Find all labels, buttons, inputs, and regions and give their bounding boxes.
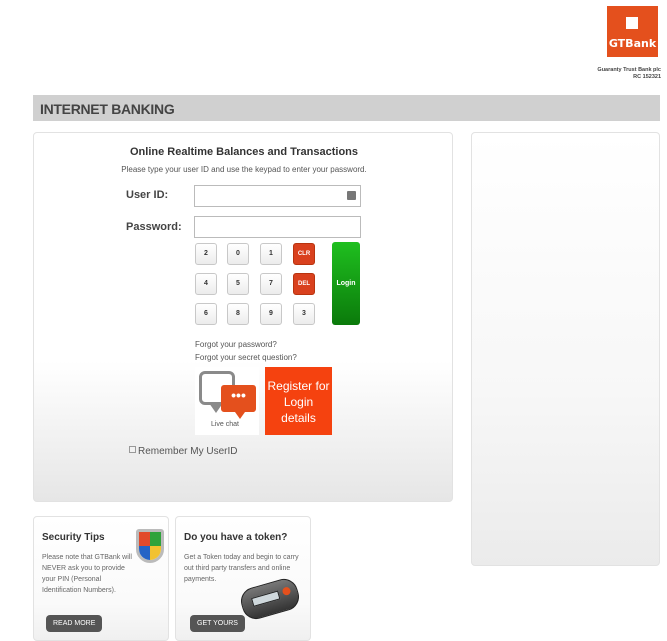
rc-number: RC 152321 xyxy=(633,74,661,80)
remember-userid[interactable]: Remember My UserID xyxy=(129,446,237,457)
security-shield-icon xyxy=(136,529,164,563)
password-input[interactable] xyxy=(194,216,361,238)
security-tips-body: Please note that GTBank will NEVER ask y… xyxy=(42,554,132,594)
live-chat-label: Live chat xyxy=(210,421,240,428)
keypad-key[interactable]: 7 xyxy=(260,273,282,295)
keypad-key[interactable]: 5 xyxy=(227,273,249,295)
keypad-key[interactable]: 4 xyxy=(195,273,217,295)
banner-title: INTERNET BANKING xyxy=(40,101,175,117)
logo-square-icon xyxy=(626,17,638,29)
chat-dots-icon: ••• xyxy=(221,385,256,419)
login-button[interactable]: Login xyxy=(332,242,360,325)
token-card-title: Do you have a token? xyxy=(184,532,288,543)
gtbank-logo[interactable]: GTBank xyxy=(607,6,658,57)
delete-button[interactable]: DEL xyxy=(293,273,315,295)
keypad-key[interactable]: 0 xyxy=(227,243,249,265)
login-panel: Online Realtime Balances and Transaction… xyxy=(33,132,453,502)
user-id-input[interactable] xyxy=(194,185,361,207)
user-id-label: User ID: xyxy=(126,189,169,201)
keypad-key[interactable]: 1 xyxy=(260,243,282,265)
password-label: Password: xyxy=(126,221,182,233)
forgot-secret-question-link[interactable]: Forgot your secret question? xyxy=(195,353,297,362)
security-tips-title: Security Tips xyxy=(42,532,105,543)
keypad-key[interactable]: 3 xyxy=(293,303,315,325)
login-instruction: Please type your user ID and use the key… xyxy=(121,165,367,174)
keypad-key[interactable]: 2 xyxy=(195,243,217,265)
remember-checkbox[interactable] xyxy=(129,446,136,453)
keypad-key[interactable]: 9 xyxy=(260,303,282,325)
keypad-key[interactable]: 6 xyxy=(195,303,217,325)
keyboard-icon[interactable] xyxy=(347,191,356,200)
forgot-password-link[interactable]: Forgot your password? xyxy=(195,340,277,349)
live-chat-button[interactable]: ••• Live chat xyxy=(195,367,259,435)
company-name: Guaranty Trust Bank plc xyxy=(597,67,661,73)
clear-button[interactable]: CLR xyxy=(293,243,315,265)
company-info: Guaranty Trust Bank plc RC 152321 xyxy=(597,67,661,81)
login-panel-title: Online Realtime Balances and Transaction… xyxy=(129,146,359,158)
register-button[interactable]: Register for Login details xyxy=(265,367,332,435)
security-tips-card: Security Tips Please note that GTBank wi… xyxy=(33,516,169,641)
read-more-button[interactable]: READ MORE xyxy=(46,615,103,632)
side-panel xyxy=(471,132,660,566)
keypad-key[interactable]: 8 xyxy=(227,303,249,325)
remember-label: Remember My UserID xyxy=(138,446,238,457)
logo-text: GTBank xyxy=(608,37,657,50)
token-card: Do you have a token? Get a Token today a… xyxy=(175,516,311,641)
get-yours-button[interactable]: GET YOURS xyxy=(190,615,245,632)
section-banner: INTERNET BANKING xyxy=(33,95,660,121)
